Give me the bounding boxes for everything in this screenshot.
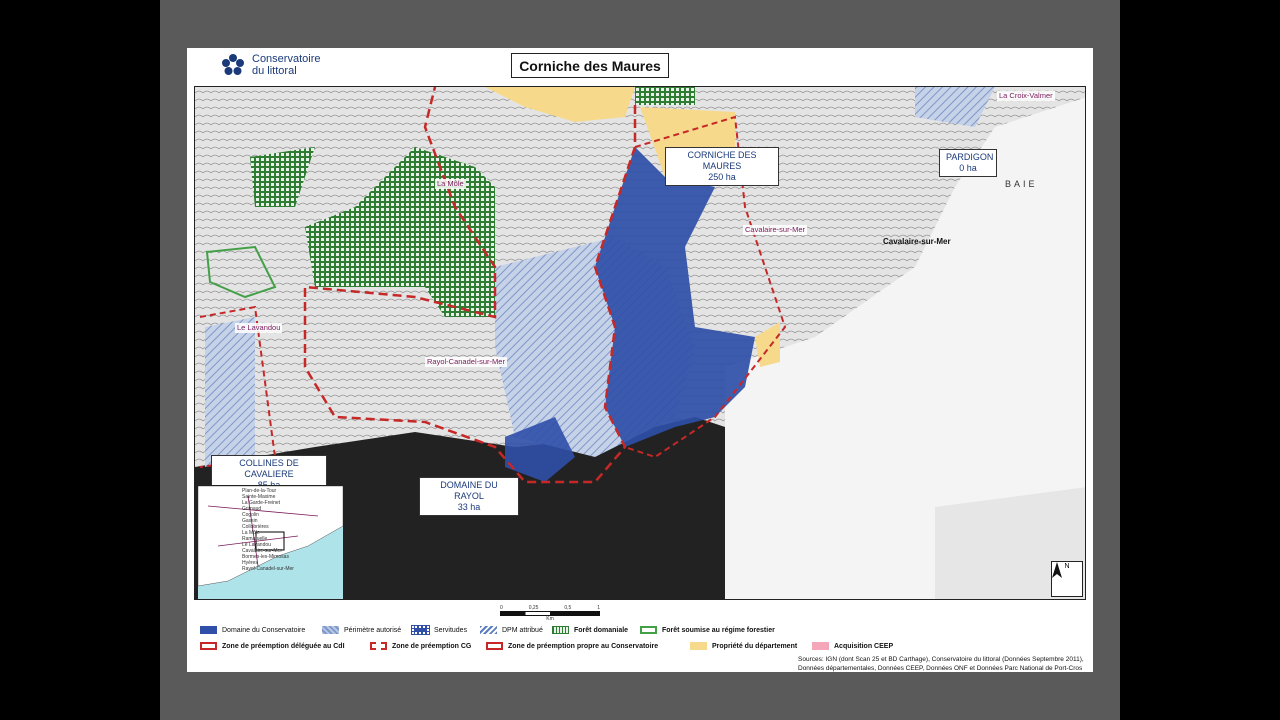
- legend-swatch: [640, 626, 657, 634]
- legend-item: Propriété du département: [690, 642, 797, 650]
- legend-label: Domaine du Conservatoire: [222, 626, 306, 634]
- site-name: CORNICHE DES MAURES: [687, 150, 757, 171]
- town-croix-valmer: La Croix-Valmer: [997, 91, 1055, 101]
- cavalaire-map-label: Cavalaire-sur-Mer: [883, 237, 951, 246]
- legend-swatch: [486, 642, 503, 650]
- legend-label: Propriété du département: [712, 642, 798, 650]
- legend-swatch: [200, 642, 217, 650]
- north-arrow: N: [1051, 561, 1083, 597]
- legend-swatch: [370, 642, 387, 650]
- legend-label: Forêt soumise au régime forestier: [662, 626, 775, 634]
- town-rayol: Rayol-Canadel-sur-Mer: [425, 357, 507, 367]
- scale-tick: 0,5: [564, 605, 572, 611]
- flower-logo-icon: [222, 54, 244, 75]
- site-name: DOMAINE DU RAYOL: [440, 480, 498, 501]
- legend-item: Servitudes: [411, 625, 468, 635]
- scale-tick: 0: [500, 605, 503, 611]
- north-arrow-icon: [1052, 562, 1062, 578]
- legend-swatch: [200, 626, 217, 634]
- legend-label: Zone de préemption CG: [392, 642, 472, 650]
- legend-label: DPM attribué: [502, 626, 543, 634]
- scale-bar: 0 0,25 0,5 1 Km: [500, 605, 600, 625]
- legend-item: Zone de préemption propre au Conservatoi…: [486, 642, 658, 650]
- map-area: CORNICHE DES MAURES 250 ha PARDIGON 0 ha…: [194, 86, 1086, 600]
- town-la-mole: La Môle: [435, 179, 466, 189]
- town-cavalaire: Cavalaire-sur-Mer: [743, 225, 808, 235]
- legend-item: Forêt soumise au régime forestier: [640, 626, 775, 634]
- site-name: PARDIGON: [946, 152, 994, 162]
- legend-label: Périmètre autorisé: [344, 626, 402, 634]
- site-area: 0 ha: [959, 163, 977, 173]
- legend-label: Zone de préemption déléguée au CdI: [222, 642, 345, 650]
- site-label-rayol: DOMAINE DU RAYOL 33 ha: [419, 477, 519, 516]
- legend-item: Périmètre autorisé: [322, 626, 401, 634]
- site-name: COLLINES DE CAVALIERE: [239, 458, 299, 479]
- site-label-pardigon: PARDIGON 0 ha: [939, 149, 997, 177]
- site-area: 33 ha: [457, 502, 481, 512]
- site-label-corniche: CORNICHE DES MAURES 250 ha: [665, 147, 779, 186]
- sources-line-2: Données départementales, Données CEEP, D…: [798, 665, 1083, 672]
- town-lavandou: Le Lavandou: [235, 323, 283, 333]
- org-name: Conservatoire du littoral: [252, 53, 320, 77]
- perimeter-authorized-west: [205, 317, 255, 467]
- legend-swatch: [322, 626, 339, 634]
- map-title: Corniche des Maures: [511, 53, 669, 78]
- scale-tick: 0,25: [528, 605, 539, 611]
- legend-item: Domaine du Conservatoire: [200, 626, 305, 634]
- org-line-2: du littoral: [252, 65, 297, 77]
- legend-item: Forêt domaniale: [552, 626, 628, 634]
- legend-item: DPM attribué: [480, 626, 543, 634]
- scale-unit: Km: [546, 616, 554, 622]
- forest-domaniale-north: [635, 87, 695, 105]
- conservatoire-logo: Conservatoire du littoral: [220, 52, 320, 78]
- org-line-1: Conservatoire: [252, 53, 321, 65]
- site-area: 250 ha: [708, 172, 736, 182]
- legend-label: Acquisition CEEP: [834, 642, 894, 650]
- legend-item: Zone de préemption CG: [370, 642, 471, 650]
- inset-place-labels: Plan-de-la-Tour Sainte-Maxime La Garde-F…: [242, 488, 294, 572]
- legend-swatch: [480, 626, 497, 634]
- legend-swatch: [552, 626, 569, 634]
- legend-label: Zone de préemption propre au Conservatoi…: [508, 642, 659, 650]
- legend-swatch: [690, 642, 707, 650]
- legend-label: Servitudes: [434, 626, 468, 634]
- sources-line-1: Sources: IGN (dont Scan 25 et BD Carthag…: [798, 656, 1084, 663]
- legend-item: Zone de préemption déléguée au CdI: [200, 642, 345, 650]
- location-inset-map: Plan-de-la-Tour Sainte-Maxime La Garde-F…: [197, 485, 344, 599]
- legend-label: Forêt domaniale: [574, 626, 629, 634]
- scale-tick: 1: [597, 605, 600, 611]
- legend-swatch: [812, 642, 829, 650]
- legend-swatch: [411, 625, 430, 635]
- inset-label: Rayol-Canadel-sur-Mer: [242, 566, 294, 572]
- sources-note: Sources: IGN (dont Scan 25 et BD Carthag…: [798, 655, 1084, 673]
- baie-label: BAIE: [1005, 179, 1038, 189]
- legend-item: Acquisition CEEP: [812, 642, 893, 650]
